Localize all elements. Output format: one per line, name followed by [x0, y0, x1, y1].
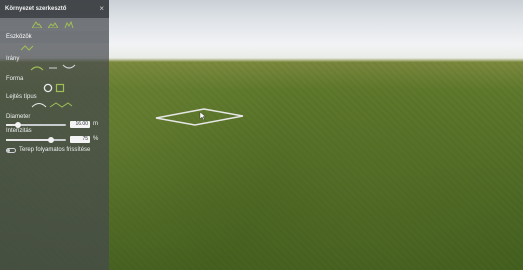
circle-shape-icon[interactable]: [43, 83, 53, 95]
diameter-slider[interactable]: [6, 122, 66, 128]
diameter-value-field[interactable]: 16.00: [70, 121, 90, 128]
direction-down-icon[interactable]: [62, 64, 76, 73]
mouse-cursor-icon: [199, 111, 207, 121]
slope-type-label: Lejtés típus: [6, 94, 37, 100]
selection-square: [155, 108, 244, 126]
terrain-update-toggle[interactable]: [6, 148, 16, 153]
intensity-slider-thumb[interactable]: [48, 137, 54, 143]
mountain-lower-icon[interactable]: [47, 20, 59, 29]
intensity-value-field[interactable]: 75: [70, 136, 90, 143]
slope-linear-icon[interactable]: [49, 101, 73, 110]
intensity-slider-fill: [6, 139, 51, 141]
tool-icon-row: [31, 20, 74, 29]
tab-tools-label: Eszközök: [6, 34, 32, 40]
shape-label: Forma: [6, 76, 24, 82]
direction-flat-icon[interactable]: [48, 64, 58, 73]
diameter-unit: m: [93, 121, 98, 127]
slope-smooth-icon[interactable]: [31, 101, 47, 110]
square-shape-icon[interactable]: [55, 83, 65, 95]
diameter-label: Diameter: [6, 114, 31, 120]
intensity-slider[interactable]: [6, 137, 66, 143]
mountain-raise-icon[interactable]: [31, 20, 43, 29]
direction-label: Irány: [6, 56, 20, 62]
terrain-update-label: Terep folyamatos frissítése: [19, 147, 91, 153]
intensity-label: Intenzitás: [6, 128, 32, 134]
panel-title: Környezet szerkesztő: [5, 6, 67, 12]
brush-preview-icon: [20, 44, 44, 54]
flatten-icon[interactable]: [64, 20, 74, 29]
direction-up-icon[interactable]: [30, 64, 44, 73]
environment-editor-panel: Környezet szerkesztő × Eszközök Irány Fo…: [0, 0, 109, 270]
terrain-update-toggle-knob: [7, 149, 10, 152]
tab-tools[interactable]: Eszközök: [0, 31, 109, 43]
intensity-unit: %: [93, 136, 99, 142]
panel-header: Környezet szerkesztő ×: [0, 0, 109, 18]
close-icon[interactable]: ×: [99, 4, 104, 13]
